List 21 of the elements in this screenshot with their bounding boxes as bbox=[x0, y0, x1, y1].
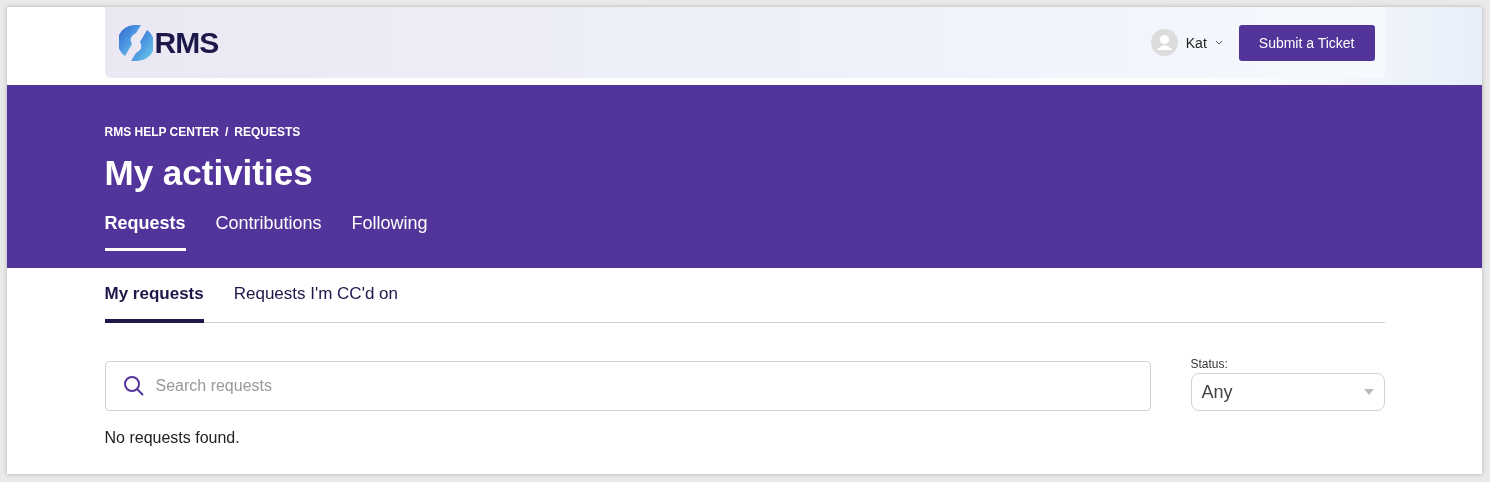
breadcrumb-separator: / bbox=[224, 125, 229, 139]
breadcrumb-link[interactable]: REQUESTS bbox=[234, 125, 301, 139]
status-select[interactable]: Any bbox=[1190, 373, 1385, 411]
logo-icon bbox=[118, 23, 153, 62]
tab[interactable]: Contributions bbox=[215, 213, 322, 251]
breadcrumb-link[interactable]: RMS HELP CENTER bbox=[104, 125, 219, 139]
chevron-down-icon bbox=[1214, 40, 1223, 45]
search-icon bbox=[122, 375, 145, 397]
search-field[interactable]: Search requests bbox=[104, 361, 1151, 411]
sub-tab[interactable]: Requests I'm CC'd on bbox=[233, 284, 398, 323]
page-title: My activities bbox=[104, 153, 314, 193]
status-label: Status: bbox=[1190, 357, 1229, 371]
user-menu[interactable]: Kat bbox=[1150, 29, 1223, 56]
logo-text: RMS bbox=[154, 25, 219, 60]
tab[interactable]: Following bbox=[351, 213, 428, 251]
avatar-icon bbox=[1150, 29, 1178, 56]
caret-icon bbox=[1363, 389, 1374, 395]
tab[interactable]: Requests bbox=[104, 213, 186, 251]
empty-message: No requests found. bbox=[104, 429, 241, 447]
sub-tab[interactable]: My requests bbox=[104, 284, 204, 323]
submit-ticket-button[interactable]: Submit a Ticket bbox=[1238, 24, 1375, 61]
